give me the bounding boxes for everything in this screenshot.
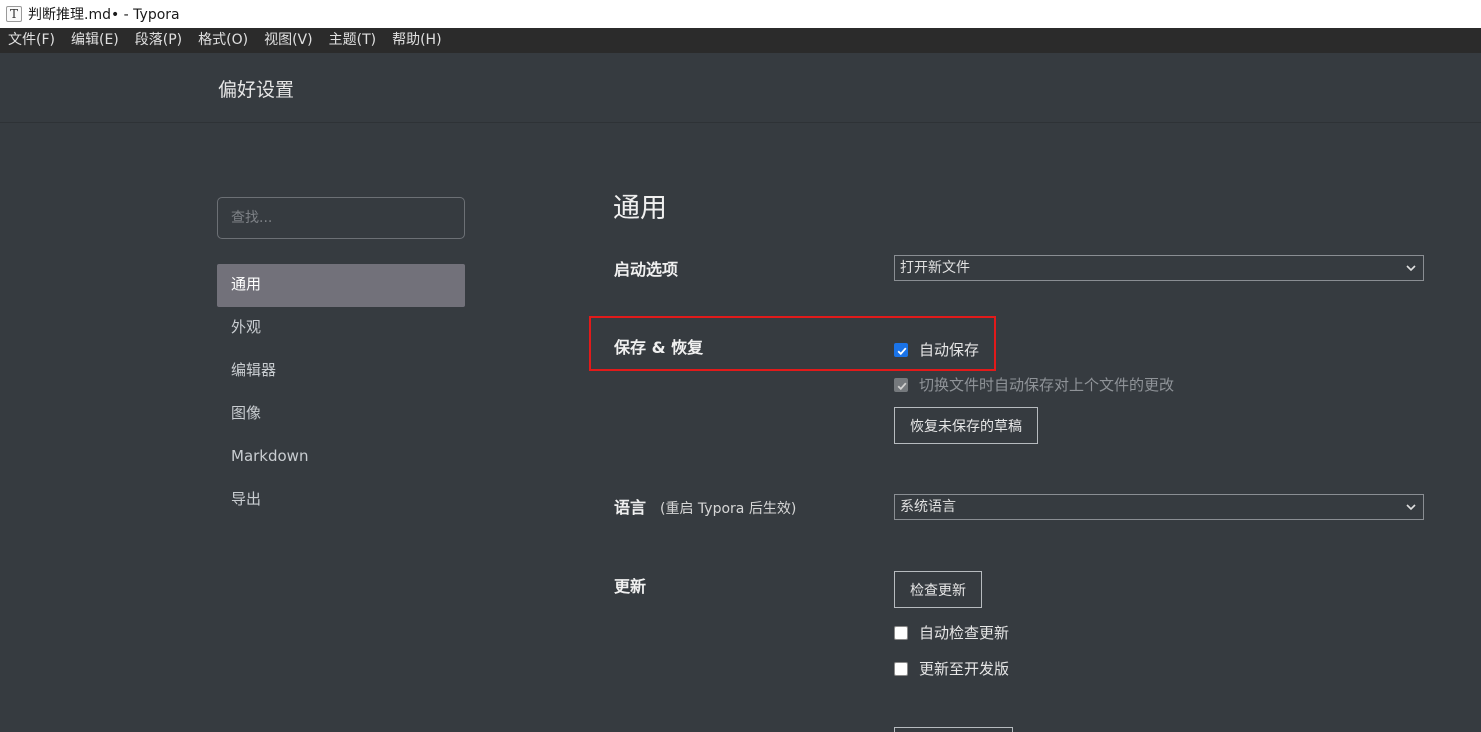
autosave-option[interactable]: 自动保存 xyxy=(894,339,979,360)
chevron-down-icon xyxy=(1406,504,1416,511)
nav-item-markdown[interactable]: Markdown xyxy=(217,436,465,479)
recover-drafts-button[interactable]: 恢复未保存的草稿 xyxy=(894,407,1038,444)
auto-check-update-label: 自动检查更新 xyxy=(919,624,1010,642)
menu-help[interactable]: 帮助(H) xyxy=(384,28,449,53)
window-titlebar: T 判断推理.md• - Typora xyxy=(0,0,1481,28)
menu-edit[interactable]: 编辑(E) xyxy=(63,28,127,53)
autosave-checkbox[interactable] xyxy=(894,342,908,357)
language-restart-note: (重启 Typora 后生效) xyxy=(660,501,797,517)
menu-view[interactable]: 视图(V) xyxy=(256,28,321,53)
language-label-text: 语言 xyxy=(614,498,647,517)
dev-update-label: 更新至开发版 xyxy=(919,660,1010,678)
startup-option-label: 启动选项 xyxy=(614,260,679,279)
menu-format[interactable]: 格式(O) xyxy=(190,28,256,53)
preferences-header: 偏好设置 xyxy=(0,53,1481,123)
language-select[interactable]: 系统语言 xyxy=(894,494,1424,520)
nav-item-editor[interactable]: 编辑器 xyxy=(217,350,465,393)
switch-autosave-label: 切换文件时自动保存对上个文件的更改 xyxy=(919,376,1175,394)
typora-app-icon: T xyxy=(6,6,22,22)
startup-option-value: 打开新文件 xyxy=(900,260,970,276)
save-recover-label: 保存 & 恢复 xyxy=(614,338,704,357)
nav-item-appearance[interactable]: 外观 xyxy=(217,307,465,350)
dev-update-option[interactable]: 更新至开发版 xyxy=(894,658,1009,679)
checkmark-icon xyxy=(897,347,907,355)
nav-item-image[interactable]: 图像 xyxy=(217,393,465,436)
language-value: 系统语言 xyxy=(900,499,956,515)
switch-autosave-checkbox xyxy=(894,377,908,392)
menu-theme[interactable]: 主题(T) xyxy=(321,28,384,53)
preferences-nav: 通用 外观 编辑器 图像 Markdown 导出 xyxy=(217,264,465,522)
update-label: 更新 xyxy=(614,577,647,596)
window-title: 判断推理.md• - Typora xyxy=(28,7,180,23)
menubar: 文件(F) 编辑(E) 段落(P) 格式(O) 视图(V) 主题(T) 帮助(H… xyxy=(0,28,1481,53)
autosave-label: 自动保存 xyxy=(919,341,980,359)
nav-item-export[interactable]: 导出 xyxy=(217,479,465,522)
menu-paragraph[interactable]: 段落(P) xyxy=(127,28,190,53)
checkmark-icon xyxy=(897,382,907,390)
startup-option-select[interactable]: 打开新文件 xyxy=(894,255,1424,281)
preferences-search-input[interactable] xyxy=(217,197,465,239)
menu-file[interactable]: 文件(F) xyxy=(0,28,63,53)
nav-item-general[interactable]: 通用 xyxy=(217,264,465,307)
switch-autosave-option: 切换文件时自动保存对上个文件的更改 xyxy=(894,374,1174,395)
language-label: 语言 (重启 Typora 后生效) xyxy=(614,494,796,518)
section-title-general: 通用 xyxy=(613,193,667,224)
check-update-button[interactable]: 检查更新 xyxy=(894,571,982,608)
auto-check-update-checkbox[interactable] xyxy=(894,625,908,640)
dev-update-checkbox[interactable] xyxy=(894,661,908,676)
auto-check-update-option[interactable]: 自动检查更新 xyxy=(894,622,1009,643)
preferences-title: 偏好设置 xyxy=(218,79,295,101)
chevron-down-icon xyxy=(1406,265,1416,272)
next-section-button-partial[interactable] xyxy=(894,727,1013,732)
